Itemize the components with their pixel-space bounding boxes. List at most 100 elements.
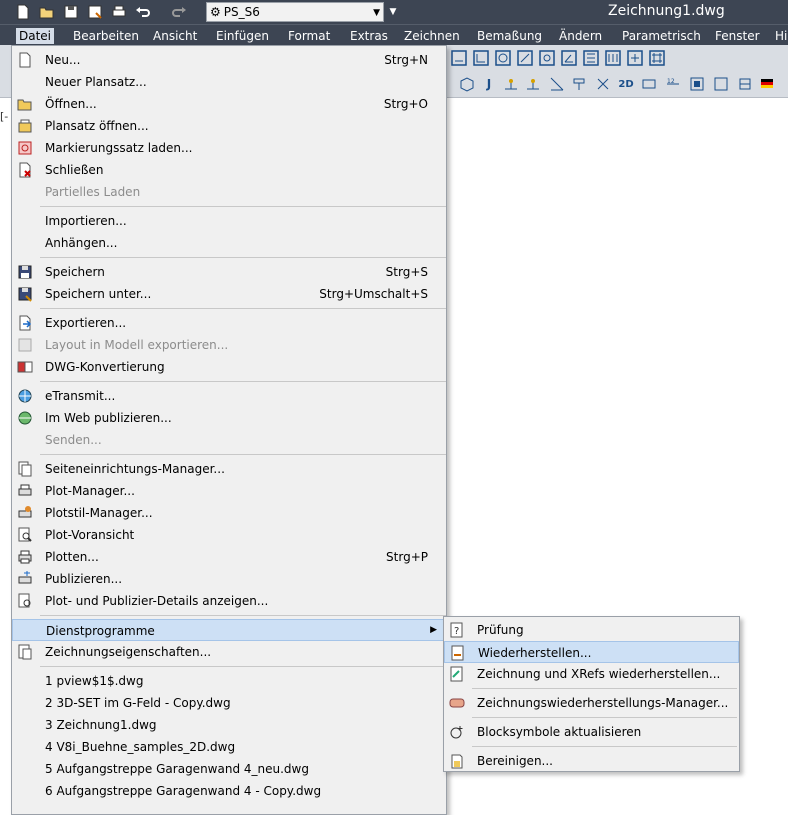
menu-ansicht[interactable]: Ansicht xyxy=(150,28,200,44)
dim-angular-icon[interactable] xyxy=(560,49,578,67)
flag-icon[interactable] xyxy=(758,75,776,93)
dim-tolerance-icon[interactable] xyxy=(502,75,520,93)
menu-aendern[interactable]: Ändern xyxy=(556,28,605,44)
recent-file-2[interactable]: 2 3D-SET im G-Feld - Copy.dwg xyxy=(12,692,446,714)
menu-item-label: Neuer Plansatz... xyxy=(45,75,147,89)
submenu-item-recovery-manager[interactable]: Zeichnungswiederherstellungs-Manager... xyxy=(444,692,739,714)
workspace-select[interactable]: ⚙ PS_S6 ▼ xyxy=(206,2,384,22)
plotter-icon xyxy=(17,483,33,499)
dim-3d-icon[interactable] xyxy=(458,75,476,93)
menu-bemassung[interactable]: Bemaßung xyxy=(474,28,545,44)
export-icon xyxy=(17,315,33,331)
open-icon[interactable] xyxy=(38,3,56,21)
menu-fenster[interactable]: Fenster xyxy=(712,28,763,44)
recent-file-6[interactable]: 6 Aufgangstreppe Garagenwand 4 - Copy.dw… xyxy=(12,780,446,802)
menu-parametrisch[interactable]: Parametrisch xyxy=(619,28,704,44)
menu-format[interactable]: Format xyxy=(285,28,333,44)
menu-separator xyxy=(40,308,446,309)
menu-item-plot-manager[interactable]: Plot-Manager... xyxy=(12,480,446,502)
menu-item-label: Neu... xyxy=(45,53,81,67)
submenu-item-block-icons[interactable]: Blocksymbole aktualisieren xyxy=(444,721,739,743)
submenu-item-recover[interactable]: Wiederherstellen... xyxy=(444,641,739,663)
recent-file-1[interactable]: 1 pview$1$.dwg xyxy=(12,670,446,692)
menu-item-shortcut: Strg+O xyxy=(383,97,428,111)
undo-icon[interactable] xyxy=(134,3,152,21)
menu-bearbeiten[interactable]: Bearbeiten xyxy=(70,28,142,44)
dim-update-icon[interactable] xyxy=(640,75,658,93)
menu-item-drawing-properties[interactable]: Zeichnungseigenschaften... xyxy=(12,641,446,663)
recent-file-3[interactable]: 3 Zeichnung1.dwg xyxy=(12,714,446,736)
menu-item-plot-preview[interactable]: Plot-Voransicht xyxy=(12,524,446,546)
menu-item-label: 6 Aufgangstreppe Garagenwand 4 - Copy.dw… xyxy=(45,784,322,798)
menu-item-label: Plotten... xyxy=(45,550,99,564)
menu-item-attach[interactable]: Anhängen... xyxy=(12,232,446,254)
menu-item-save-as[interactable]: Speichern unter... Strg+Umschalt+S xyxy=(12,283,446,305)
purge-icon xyxy=(449,753,465,769)
menu-einfuegen[interactable]: Einfügen xyxy=(213,28,272,44)
menu-item-close[interactable]: Schließen xyxy=(12,159,446,181)
menu-item-utilities[interactable]: Dienstprogramme ▶ xyxy=(12,619,446,641)
redo-icon[interactable] xyxy=(170,3,188,21)
dim-override-icon[interactable] xyxy=(570,75,588,93)
menu-item-label: Zeichnungswiederherstellungs-Manager... xyxy=(477,696,729,710)
menu-item-dwg-convert[interactable]: DWG-Konvertierung xyxy=(12,356,446,378)
print-icon[interactable] xyxy=(110,3,128,21)
menu-item-plot[interactable]: Plotten... Strg+P xyxy=(12,546,446,568)
menu-item-save[interactable]: Speichern Strg+S xyxy=(12,261,446,283)
menu-item-new[interactable]: Neu... Strg+N xyxy=(12,49,446,71)
recent-file-5[interactable]: 5 Aufgangstreppe Garagenwand 4_neu.dwg xyxy=(12,758,446,780)
menu-zeichnen[interactable]: Zeichnen xyxy=(401,28,463,44)
save-icon[interactable] xyxy=(62,3,80,21)
menu-item-web-publish[interactable]: Im Web publizieren... xyxy=(12,407,446,429)
dim-ref-icon[interactable] xyxy=(736,75,754,93)
recover-xrefs-icon xyxy=(449,666,465,682)
dim-linear-icon[interactable] xyxy=(450,49,468,67)
dim-inspect-icon[interactable] xyxy=(548,75,566,93)
dim-break-icon[interactable] xyxy=(594,75,612,93)
viewport-label[interactable]: [- xyxy=(0,110,8,123)
menu-item-export[interactable]: Exportieren... xyxy=(12,312,446,334)
submenu-item-audit[interactable]: ? Prüfung xyxy=(444,619,739,641)
submenu-item-purge[interactable]: Bereinigen... xyxy=(444,750,739,772)
svg-text:12: 12 xyxy=(667,78,675,85)
save-as-icon[interactable] xyxy=(86,3,104,21)
jog-icon[interactable]: J xyxy=(480,75,498,93)
menu-extras[interactable]: Extras xyxy=(347,28,391,44)
new-icon[interactable] xyxy=(14,3,32,21)
menu-item-new-sheetset[interactable]: Neuer Plansatz... xyxy=(12,71,446,93)
submenu-item-recover-xrefs[interactable]: Zeichnung und XRefs wiederherstellen... xyxy=(444,663,739,685)
menu-item-etransmit[interactable]: eTransmit... xyxy=(12,385,446,407)
menu-item-plot-details[interactable]: Plot- und Publizier-Details anzeigen... xyxy=(12,590,446,612)
menu-item-open[interactable]: Öffnen... Strg+O xyxy=(12,93,446,115)
dim-space-icon[interactable] xyxy=(648,49,666,67)
menu-datei[interactable]: Datei xyxy=(16,28,55,44)
dim-2d-icon[interactable]: 2D xyxy=(617,75,635,93)
dim-arc-icon[interactable] xyxy=(494,49,512,67)
menu-separator xyxy=(472,688,737,689)
menu-item-import[interactable]: Importieren... xyxy=(12,210,446,232)
menu-item-partial-load: Partielles Laden xyxy=(12,181,446,203)
dim-center-icon[interactable] xyxy=(524,75,542,93)
menu-item-label: 2 3D-SET im G-Feld - Copy.dwg xyxy=(45,696,231,710)
menu-item-label: Layout in Modell exportieren... xyxy=(45,338,229,352)
dim-style-icon[interactable] xyxy=(688,75,706,93)
dim-baseline-icon[interactable] xyxy=(604,49,622,67)
dim-radius-icon[interactable] xyxy=(516,49,534,67)
publish-icon xyxy=(17,571,33,587)
recent-file-4[interactable]: 4 V8i_Buehne_samples_2D.dwg xyxy=(12,736,446,758)
menu-item-markup[interactable]: Markierungssatz laden... xyxy=(12,137,446,159)
menu-item-publish[interactable]: Publizieren... xyxy=(12,568,446,590)
dim-continue-icon[interactable] xyxy=(626,49,644,67)
dim-ordinate-icon[interactable] xyxy=(582,49,600,67)
menu-item-page-setup[interactable]: Seiteneinrichtungs-Manager... xyxy=(12,458,446,480)
menu-item-plotstyle-manager[interactable]: Plotstil-Manager... xyxy=(12,502,446,524)
dim-edit-icon[interactable]: 12 xyxy=(664,75,682,93)
dim-text-icon[interactable] xyxy=(712,75,730,93)
web-publish-icon xyxy=(17,410,33,426)
quick-access-dropdown[interactable]: ▼ xyxy=(386,3,400,21)
menu-item-open-sheetset[interactable]: Plansatz öffnen... xyxy=(12,115,446,137)
dim-aligned-icon[interactable] xyxy=(472,49,490,67)
menu-separator xyxy=(40,454,446,455)
dim-diameter-icon[interactable] xyxy=(538,49,556,67)
menu-hilfe[interactable]: Hilfe xyxy=(772,28,788,44)
